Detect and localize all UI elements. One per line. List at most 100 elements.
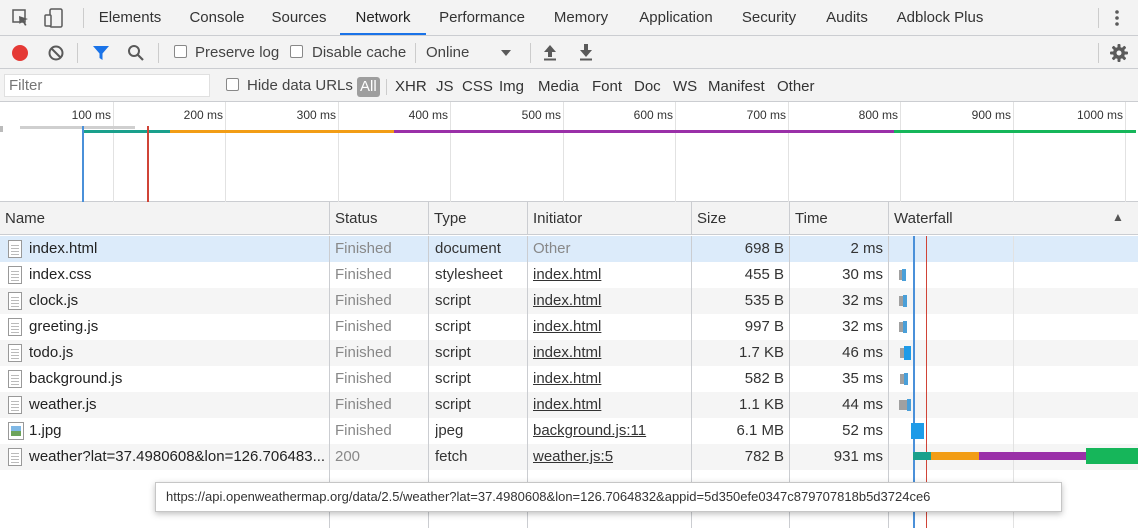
toolbar-divider — [530, 43, 531, 63]
request-name[interactable]: weather.js — [29, 392, 327, 418]
column-time[interactable]: Time — [790, 202, 888, 235]
request-initiator-link[interactable]: index.html — [533, 262, 689, 288]
request-name[interactable]: background.js — [29, 366, 327, 392]
export-har-icon[interactable] — [577, 43, 595, 61]
request-time: 2 ms — [850, 240, 883, 257]
column-initiator[interactable]: Initiator — [528, 202, 691, 235]
request-name[interactable]: todo.js — [29, 340, 327, 366]
tab-elements[interactable]: Elements — [90, 0, 170, 35]
tick-line — [1125, 102, 1126, 202]
waterfall-bar — [1086, 448, 1138, 464]
filter-divider — [386, 79, 387, 95]
filter-type-xhr[interactable]: XHR — [395, 77, 427, 97]
filter-type-img[interactable]: Img — [499, 77, 524, 97]
request-name[interactable]: index.html — [29, 236, 327, 262]
dropdown-arrow-icon — [501, 50, 511, 56]
filter-input[interactable] — [4, 74, 210, 97]
toolbar-divider — [1098, 43, 1099, 63]
waterfall-bar — [904, 346, 911, 360]
import-har-icon[interactable] — [541, 43, 559, 61]
document-icon — [8, 344, 22, 362]
table-row[interactable]: weather?lat=37.4980608&lon=126.706483...… — [0, 444, 1138, 470]
tab-security[interactable]: Security — [733, 0, 805, 35]
table-row[interactable]: index.html Finished document Other 698 B… — [0, 236, 1138, 262]
table-row[interactable]: background.js Finished script index.html… — [0, 366, 1138, 392]
sort-ascending-indicator[interactable]: ▲ — [1112, 210, 1124, 224]
table-row[interactable]: index.css Finished stylesheet index.html… — [0, 262, 1138, 288]
filter-type-doc[interactable]: Doc — [634, 77, 661, 97]
request-name[interactable]: greeting.js — [29, 314, 327, 340]
request-initiator-link[interactable]: index.html — [533, 314, 689, 340]
request-initiator-link[interactable]: index.html — [533, 288, 689, 314]
filter-bar: Hide data URLs All XHR JS CSS Img Media … — [0, 69, 1138, 102]
table-row[interactable]: clock.js Finished script index.html 535 … — [0, 288, 1138, 314]
search-icon[interactable] — [127, 44, 145, 62]
tab-application[interactable]: Application — [630, 0, 722, 35]
tab-sources[interactable]: Sources — [262, 0, 336, 35]
preserve-log-label: Preserve log — [195, 44, 280, 61]
table-row[interactable]: weather.js Finished script index.html 1.… — [0, 392, 1138, 418]
filter-type-other[interactable]: Other — [777, 77, 815, 97]
column-type[interactable]: Type — [429, 202, 527, 235]
settings-gear-icon[interactable] — [1109, 43, 1129, 63]
request-size: 6.1 MB — [736, 422, 784, 439]
tick-line — [675, 102, 676, 202]
tab-network[interactable]: Network — [340, 0, 426, 35]
filter-type-all[interactable]: All — [357, 77, 380, 97]
hide-data-urls-checkbox[interactable] — [226, 78, 239, 91]
column-status[interactable]: Status — [330, 202, 428, 235]
request-name[interactable]: clock.js — [29, 288, 327, 314]
tick-label: 300 ms — [296, 108, 336, 122]
request-initiator-link[interactable]: index.html — [533, 392, 689, 418]
network-toolbar: Preserve log Disable cache Online — [0, 36, 1138, 69]
filter-type-js[interactable]: JS — [436, 77, 454, 97]
table-row[interactable]: greeting.js Finished script index.html 9… — [0, 314, 1138, 340]
tick-label: 900 ms — [971, 108, 1011, 122]
waterfall-bar — [979, 452, 1086, 460]
inspect-element-icon[interactable] — [12, 9, 30, 27]
filter-type-css[interactable]: CSS — [462, 77, 493, 97]
request-size: 782 B — [744, 448, 784, 465]
tab-performance[interactable]: Performance — [432, 0, 532, 35]
request-name[interactable]: index.css — [29, 262, 327, 288]
table-row[interactable]: todo.js Finished script index.html 1.7 K… — [0, 340, 1138, 366]
tab-console[interactable]: Console — [178, 0, 256, 35]
column-name[interactable]: Name — [0, 202, 329, 235]
filter-type-media[interactable]: Media — [538, 77, 579, 97]
request-status: Finished — [335, 266, 392, 283]
request-initiator-link[interactable]: background.js:11 — [533, 418, 689, 444]
more-options-icon[interactable] — [1112, 9, 1122, 27]
tick-line — [225, 102, 226, 202]
preserve-log-checkbox[interactable] — [174, 45, 187, 58]
tab-memory[interactable]: Memory — [544, 0, 618, 35]
clear-icon[interactable] — [47, 44, 65, 62]
network-overview-timeline[interactable]: 100 ms 200 ms 300 ms 400 ms 500 ms 600 m… — [0, 102, 1138, 202]
devtools-tab-bar: Elements Console Sources Network Perform… — [0, 0, 1138, 36]
filter-type-ws[interactable]: WS — [673, 77, 697, 97]
request-type: stylesheet — [435, 266, 503, 283]
filter-icon[interactable] — [91, 44, 111, 62]
table-row[interactable]: 1.jpg Finished jpeg background.js:11 6.1… — [0, 418, 1138, 444]
request-initiator-link[interactable]: index.html — [533, 366, 689, 392]
disable-cache-checkbox[interactable] — [290, 45, 303, 58]
tab-audits[interactable]: Audits — [816, 0, 878, 35]
overview-bar — [84, 130, 170, 133]
request-initiator-link[interactable]: index.html — [533, 340, 689, 366]
request-type: document — [435, 240, 501, 257]
filter-type-font[interactable]: Font — [592, 77, 622, 97]
request-type: script — [435, 396, 471, 413]
request-type: script — [435, 318, 471, 335]
column-waterfall[interactable]: Waterfall — [889, 202, 1089, 235]
request-name[interactable]: weather?lat=37.4980608&lon=126.706483... — [29, 444, 327, 470]
throttling-select[interactable]: Online — [422, 40, 522, 65]
column-size[interactable]: Size — [692, 202, 789, 235]
request-initiator-link[interactable]: weather.js:5 — [533, 444, 689, 470]
hide-data-urls-label: Hide data URLs — [247, 77, 353, 94]
filter-type-manifest[interactable]: Manifest — [708, 77, 765, 97]
device-toolbar-icon[interactable] — [44, 7, 66, 29]
document-icon — [8, 292, 22, 310]
record-icon[interactable] — [11, 44, 29, 62]
waterfall-bar — [899, 400, 907, 410]
request-name[interactable]: 1.jpg — [29, 418, 327, 444]
tab-adblock-plus[interactable]: Adblock Plus — [890, 0, 990, 35]
